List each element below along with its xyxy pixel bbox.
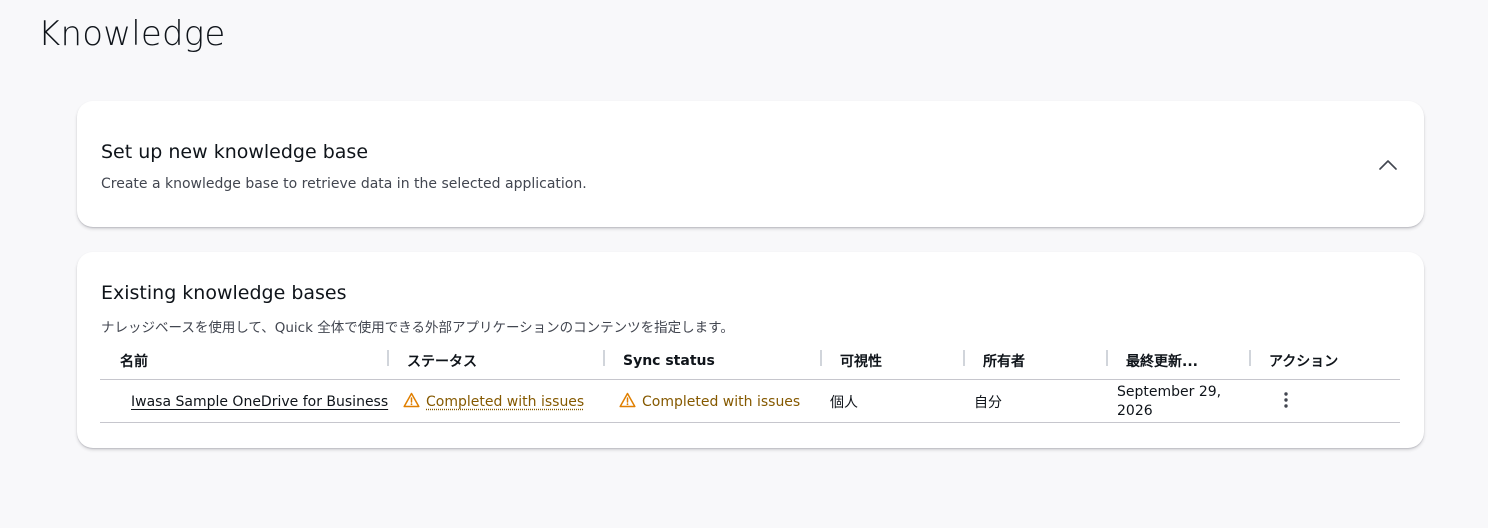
- sync-status-badge: Completed with issues: [619, 392, 800, 412]
- setup-card-title: Set up new knowledge base: [101, 141, 369, 163]
- page-title: Knowledge: [38, 14, 226, 54]
- column-header-name[interactable]: 名前: [120, 342, 148, 380]
- column-resizer[interactable]: [387, 350, 389, 366]
- column-header-status[interactable]: ステータス: [407, 342, 477, 380]
- table-row: Iwasa Sample OneDrive for Business Compl…: [100, 380, 1400, 423]
- warning-icon: [403, 392, 420, 412]
- column-header-actions: アクション: [1269, 354, 1339, 370]
- row-actions-button[interactable]: [1274, 388, 1298, 416]
- column-header-visibility[interactable]: 可視性: [840, 342, 882, 380]
- owner-cell: 自分: [974, 394, 1002, 411]
- column-resizer[interactable]: [603, 350, 605, 366]
- warning-icon: [619, 392, 636, 412]
- column-resizer[interactable]: [963, 350, 965, 366]
- setup-card-description: Create a knowledge base to retrieve data…: [101, 176, 587, 192]
- table-header: 名前 ステータス Sync status 可視性 所有者 最終更新... アクシ…: [100, 342, 1400, 380]
- last-updated-date: September 29,: [1117, 383, 1222, 400]
- column-header-sync-status[interactable]: Sync status: [623, 342, 715, 380]
- column-resizer[interactable]: [1249, 350, 1251, 366]
- last-updated-cell: September 29, 2026: [1117, 380, 1221, 423]
- more-vertical-icon: [1283, 391, 1289, 412]
- existing-card-title: Existing knowledge bases: [101, 282, 347, 304]
- visibility-cell: 個人: [830, 394, 858, 411]
- last-updated-year: 2026: [1117, 402, 1153, 419]
- status-details-link[interactable]: Completed with issues: [426, 394, 584, 410]
- chevron-up-icon: [1379, 158, 1397, 173]
- sync-status-text: Completed with issues: [642, 393, 801, 410]
- existing-card-description: ナレッジベースを使用して、Quick 全体で使用できる外部アプリケーションのコン…: [101, 320, 734, 336]
- column-resizer[interactable]: [1106, 350, 1108, 366]
- collapse-button[interactable]: [1374, 153, 1402, 177]
- setup-knowledge-base-card: Set up new knowledge base Create a knowl…: [77, 101, 1424, 227]
- knowledge-bases-table: 名前 ステータス Sync status 可視性 所有者 最終更新... アクシ…: [100, 342, 1400, 423]
- status-badge: Completed with issues: [403, 392, 584, 412]
- knowledge-base-name-link[interactable]: Iwasa Sample OneDrive for Business: [131, 394, 388, 410]
- column-resizer[interactable]: [820, 350, 822, 366]
- existing-knowledge-bases-card: Existing knowledge bases ナレッジベースを使用して、Qu…: [77, 252, 1424, 448]
- column-header-owner[interactable]: 所有者: [983, 342, 1025, 380]
- column-header-last-updated[interactable]: 最終更新...: [1126, 342, 1198, 380]
